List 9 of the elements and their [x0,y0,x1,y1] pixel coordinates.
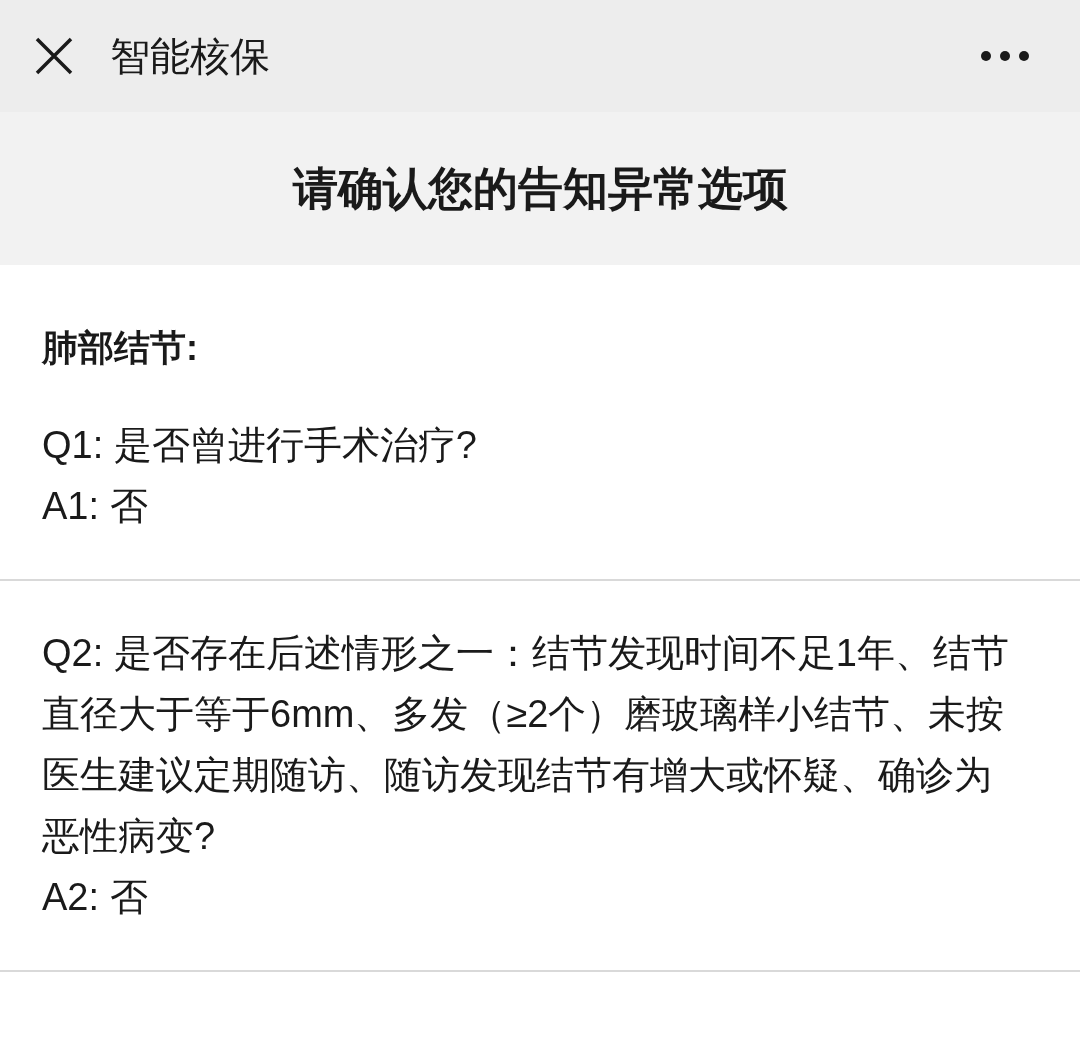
header-title: 请确认您的告知异常选项 [292,161,788,216]
question-text: Q1: 是否曾进行手术治疗? [42,423,478,468]
answer-text: A1: 否 [42,484,149,529]
answer-text: A2: 否 [42,875,149,920]
more-icon[interactable] [980,50,1030,62]
question-text: Q2: 是否存在后述情形之一：结节发现时间不足1年、结节直径大于等于6mm、多发（≥2个）磨玻璃样小结节、未按医生建议定期随访、随访发现结节有增大或怀疑、确诊为恶性病变? [42,631,1010,859]
page-title: 智能核保 [110,33,270,80]
section-heading: 肺部结节: [42,326,199,370]
close-icon[interactable] [34,36,74,76]
